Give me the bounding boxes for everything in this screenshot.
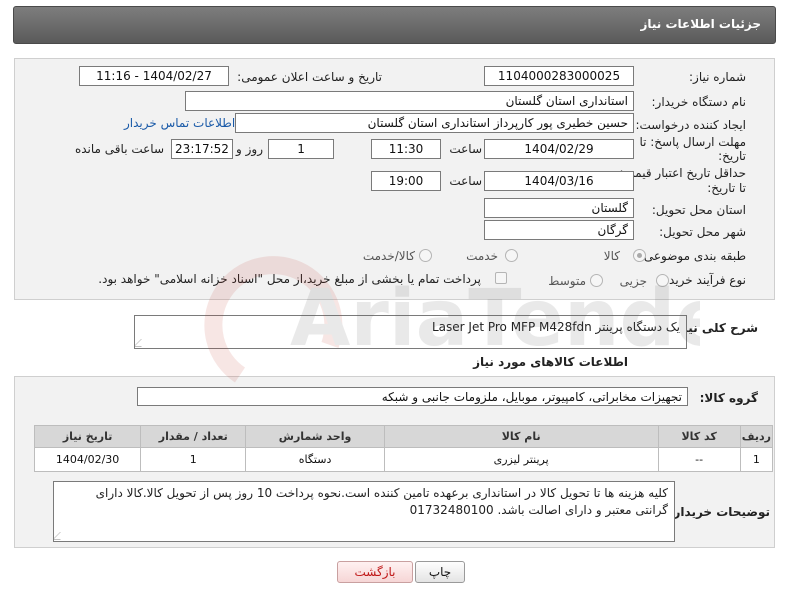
delivery-city-label: شهر محل تحویل: xyxy=(659,225,746,239)
response-deadline-label-2: تاریخ: xyxy=(718,149,746,163)
back-button[interactable]: بازگشت xyxy=(337,561,413,583)
category-radio-service[interactable] xyxy=(505,249,518,262)
col-name: نام کالا xyxy=(383,425,659,448)
header-bar: جزئیات اطلاعات نیاز xyxy=(13,6,776,44)
table-header-row: ردیف کد کالا نام کالا واحد شمارش تعداد /… xyxy=(33,425,774,448)
delivery-city-field[interactable]: گرگان xyxy=(484,220,634,240)
days-label: روز و xyxy=(236,142,263,156)
need-number-field[interactable]: 1104000283000025 xyxy=(484,66,634,86)
treasury-bonds-note: پرداخت تمام یا بخشی از مبلغ خرید،از محل … xyxy=(98,272,481,286)
goods-section-title: اطلاعات کالاهای مورد نیاز xyxy=(473,355,628,369)
cell-unit: دستگاه xyxy=(245,447,385,472)
page-title: جزئیات اطلاعات نیاز xyxy=(640,17,761,31)
summary-text: یک دستگاه پرینتر Laser Jet Pro MFP M428f… xyxy=(431,320,680,334)
purchase-option-minor: جزیی xyxy=(619,274,647,288)
response-time-field[interactable]: 11:30 xyxy=(371,139,441,159)
price-validity-time-label: ساعت xyxy=(449,174,482,188)
category-radio-goods[interactable] xyxy=(633,249,646,262)
time-remaining-field[interactable]: 23:17:52 xyxy=(171,139,233,159)
resize-grip-icon[interactable] xyxy=(54,532,68,540)
requester-label: ایجاد کننده درخواست: xyxy=(635,118,746,132)
resize-grip-icon[interactable] xyxy=(135,339,149,347)
category-label: طبقه بندی موضوعی: xyxy=(639,249,746,263)
delivery-province-field[interactable]: گلستان xyxy=(484,198,634,218)
announce-datetime-label: تاریخ و ساعت اعلان عمومی: xyxy=(237,70,382,84)
col-row: ردیف xyxy=(739,425,774,448)
purchase-radio-minor[interactable] xyxy=(656,274,669,287)
price-validity-date-field[interactable]: 1404/03/16 xyxy=(484,171,634,191)
buyer-org-field[interactable]: استانداری استان گلستان xyxy=(185,91,634,111)
cell-name: پرینتر لیزری xyxy=(383,447,659,472)
goods-group-label: گروه کالا: xyxy=(699,391,758,405)
category-option-goods-service: کالا/خدمت xyxy=(362,249,415,263)
category-option-goods: کالا xyxy=(603,249,620,263)
goods-table: ردیف کد کالا نام کالا واحد شمارش تعداد /… xyxy=(33,425,774,472)
buyer-notes-text: کلیه هزینه ها تا تحویل کالا در استانداری… xyxy=(95,486,668,517)
table-row[interactable]: 1 -- پرینتر لیزری دستگاه 1 1404/02/30 xyxy=(33,447,774,472)
buyer-contact-link[interactable]: اطلاعات تماس خریدار xyxy=(124,116,235,130)
price-validity-time-field[interactable]: 19:00 xyxy=(371,171,441,191)
cell-row: 1 xyxy=(739,447,774,472)
category-option-service: خدمت xyxy=(466,249,498,263)
summary-textarea[interactable]: یک دستگاه پرینتر Laser Jet Pro MFP M428f… xyxy=(134,315,687,349)
col-code: کد کالا xyxy=(657,425,741,448)
col-date: تاریخ نیاز xyxy=(33,425,142,448)
need-number-label: شماره نیاز: xyxy=(689,70,746,84)
response-date-field[interactable]: 1404/02/29 xyxy=(484,139,634,159)
buyer-org-label: نام دستگاه خریدار: xyxy=(651,95,747,109)
response-time-label: ساعت xyxy=(449,142,482,156)
col-unit: واحد شمارش xyxy=(245,425,385,448)
purchase-type-label: نوع فرآیند خرید : xyxy=(661,273,746,287)
days-remaining-field[interactable]: 1 xyxy=(268,139,334,159)
cell-qty: 1 xyxy=(140,447,247,472)
treasury-bonds-checkbox[interactable] xyxy=(495,272,507,284)
buyer-notes-textarea[interactable]: کلیه هزینه ها تا تحویل کالا در استانداری… xyxy=(53,481,675,542)
category-radio-goods-service[interactable] xyxy=(419,249,432,262)
purchase-option-medium: متوسط xyxy=(548,274,586,288)
print-button[interactable]: چاپ xyxy=(415,561,465,583)
announce-datetime-field[interactable]: 1404/02/27 - 11:16 xyxy=(79,66,229,86)
goods-group-field[interactable]: تجهیزات مخابراتی، کامپیوتر، موبایل، ملزو… xyxy=(137,387,688,406)
price-validity-label: حداقل تاریخ اعتبار قیمت: xyxy=(619,166,746,180)
purchase-radio-medium[interactable] xyxy=(590,274,603,287)
buyer-notes-label: توضیحات خریدار: xyxy=(668,505,770,519)
cell-code: -- xyxy=(657,447,741,472)
requester-field[interactable]: حسین خطیری پور کارپرداز استانداری استان … xyxy=(235,113,634,133)
col-qty: تعداد / مقدار xyxy=(140,425,247,448)
cell-date: 1404/02/30 xyxy=(33,447,142,472)
time-remaining-label: ساعت باقی مانده xyxy=(74,142,164,156)
price-validity-label-2: تا تاریخ: xyxy=(707,181,746,195)
delivery-province-label: استان محل تحویل: xyxy=(651,203,746,217)
response-deadline-label: مهلت ارسال پاسخ: تا xyxy=(639,135,746,149)
